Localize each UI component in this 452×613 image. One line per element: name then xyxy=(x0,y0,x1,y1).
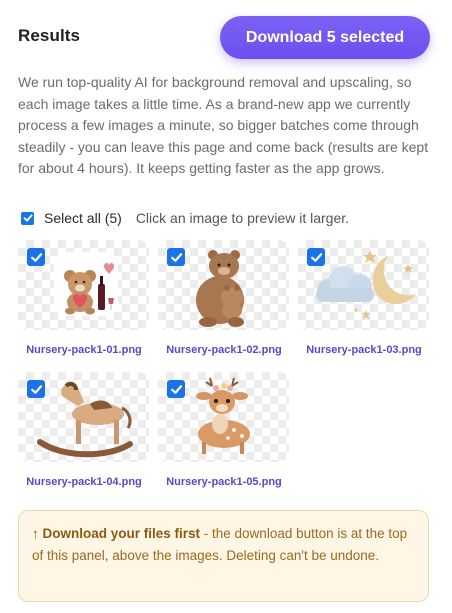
image-checkbox[interactable] xyxy=(27,380,45,398)
preview-hint: Click an image to preview it larger. xyxy=(135,210,350,226)
check-icon xyxy=(310,252,322,262)
image-filename[interactable]: Nursery-pack1-03.png xyxy=(294,344,434,356)
select-all-label[interactable]: Select all (5) xyxy=(44,210,122,226)
image-filename[interactable]: Nursery-pack1-05.png xyxy=(154,476,294,488)
results-header: Results Download 5 selected xyxy=(18,16,430,60)
check-icon xyxy=(23,214,32,222)
page-title: Results xyxy=(18,26,81,45)
image-filename[interactable]: Nursery-pack1-01.png xyxy=(14,344,154,356)
image-filename[interactable]: Nursery-pack1-04.png xyxy=(14,476,154,488)
image-tile[interactable] xyxy=(18,240,149,330)
check-icon xyxy=(30,252,42,262)
notice-strong-text: ↑ Download your files first xyxy=(32,526,201,541)
image-filename[interactable]: Nursery-pack1-02.png xyxy=(154,344,294,356)
check-icon xyxy=(170,384,182,394)
image-tile[interactable] xyxy=(298,240,429,330)
select-all-row: Select all (5) Click an image to preview… xyxy=(21,208,349,228)
image-checkbox[interactable] xyxy=(167,380,185,398)
download-warning-notice: ↑ Download your files first - the downlo… xyxy=(18,510,429,602)
image-checkbox[interactable] xyxy=(167,248,185,266)
image-checkbox[interactable] xyxy=(307,248,325,266)
check-icon xyxy=(30,384,42,394)
select-all-checkbox[interactable] xyxy=(21,211,34,225)
intro-text: We run top-quality AI for background rem… xyxy=(18,74,429,176)
image-tile[interactable] xyxy=(158,372,289,462)
download-selected-button[interactable]: Download 5 selected xyxy=(220,16,430,59)
image-tile[interactable] xyxy=(18,372,149,462)
check-icon xyxy=(170,252,182,262)
image-tile[interactable] xyxy=(158,240,289,330)
image-checkbox[interactable] xyxy=(27,248,45,266)
